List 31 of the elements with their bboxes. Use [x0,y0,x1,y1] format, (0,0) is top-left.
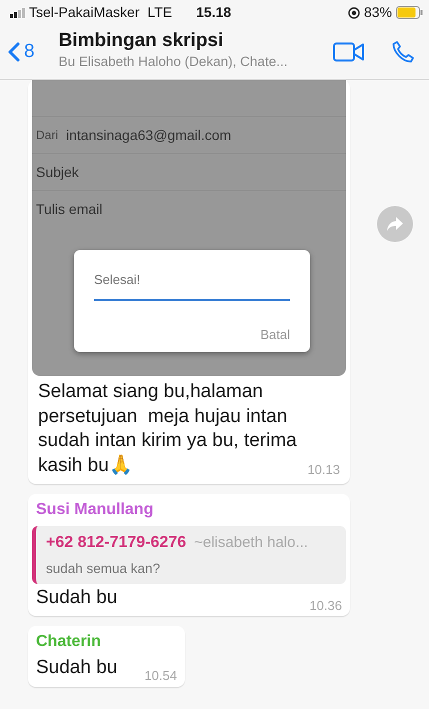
share-arrow-icon [386,216,404,232]
back-button[interactable]: 8 [8,38,35,66]
quoted-sender-phone: +62 812-7179-6276 [46,532,186,552]
network-type: LTE [147,3,172,22]
message-text: Selamat siang bu,halaman persetujuan meja hujau intan sudah intan kirim ya bu, terima kasih bu🙏 [38,381,298,476]
cancel-button[interactable]: Batal [260,324,290,344]
sender-name: Chaterin [35,632,102,652]
email-body-field: Tulis email [36,199,102,220]
signal-icon [10,8,25,18]
chat-participants: Bu Elisabeth Haloho (Dekan), Chate... [58,53,288,72]
email-subject-field: Subjek [36,162,79,182]
email-from-address: intansinaga63@gmail.com [66,126,232,145]
chat-title: Bimbingan skripsi [58,31,224,52]
quoted-sender-alias: ~elisabeth halo... [194,532,308,552]
message-text: Sudah bu [36,656,118,680]
orientation-lock-icon [348,6,360,18]
quoted-text: sudah semua kan? [46,560,162,578]
email-from-label: Dari [36,127,58,144]
status-time: 15.18 [196,3,232,22]
video-call-icon[interactable] [333,42,365,62]
battery-percent: 83% [364,3,392,22]
phone-call-icon[interactable] [391,40,415,64]
back-chevron-icon [8,42,20,62]
carrier-name: Tsel-PakaiMasker [29,3,140,22]
dialog-message: Selesai! [94,272,140,287]
sender-name: Susi Manullang [35,500,154,520]
message-text: Sudah bu [36,586,118,610]
message-time: 10.13 [307,461,340,479]
message-time: 10.54 [144,667,177,686]
message-time: 10.36 [309,596,342,615]
battery-icon [396,6,423,19]
